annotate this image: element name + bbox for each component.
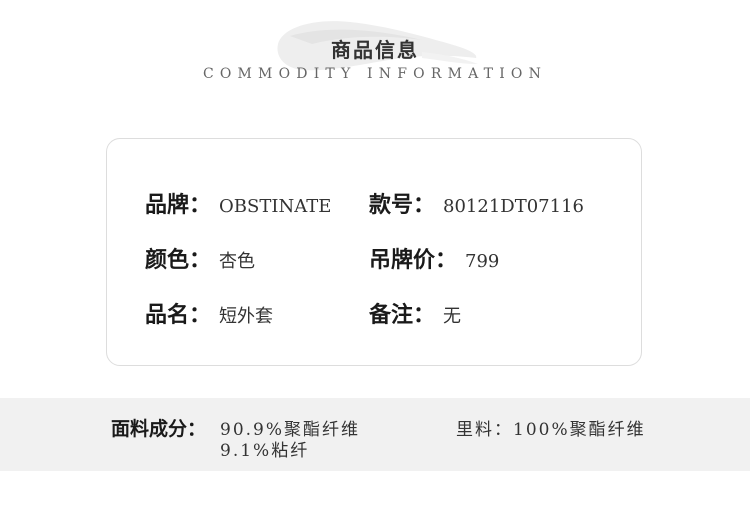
lining-text: 里料：100%聚酯纤维 [456,420,646,440]
remark-label: 备注： [369,303,436,328]
brand-field: 品牌： OBSTINATE [145,187,331,219]
style-no-field: 款号： 80121DT07116 [369,187,584,219]
color-value: 杏色 [219,251,256,272]
remark-value: 无 [443,306,462,327]
product-info-card: 品牌： OBSTINATE 款号： 80121DT07116 颜色： 杏色 吊牌… [106,138,642,366]
tag-price-label: 吊牌价： [369,248,458,273]
tag-price-value: 799 [465,251,500,272]
product-name-value: 短外套 [219,306,274,327]
product-name-label: 品名： [145,303,212,328]
fabric-label: 面料成分： [111,418,207,440]
remark-field: 备注： 无 [369,297,461,329]
brand-label: 品牌： [145,193,212,218]
color-label: 颜色： [145,248,212,273]
tag-price-field: 吊牌价： 799 [369,242,499,274]
style-no-label: 款号： [369,193,436,218]
section-subtitle: COMMODITY INFORMATION [202,66,548,82]
section-title: 商品信息 [331,38,419,62]
product-name-field: 品名： 短外套 [145,297,273,329]
style-no-value: 80121DT07116 [443,196,584,217]
color-field: 颜色： 杏色 [145,242,255,274]
brand-value: OBSTINATE [219,196,332,217]
fabric-line-2: 9.1%粘纤 [220,441,310,461]
